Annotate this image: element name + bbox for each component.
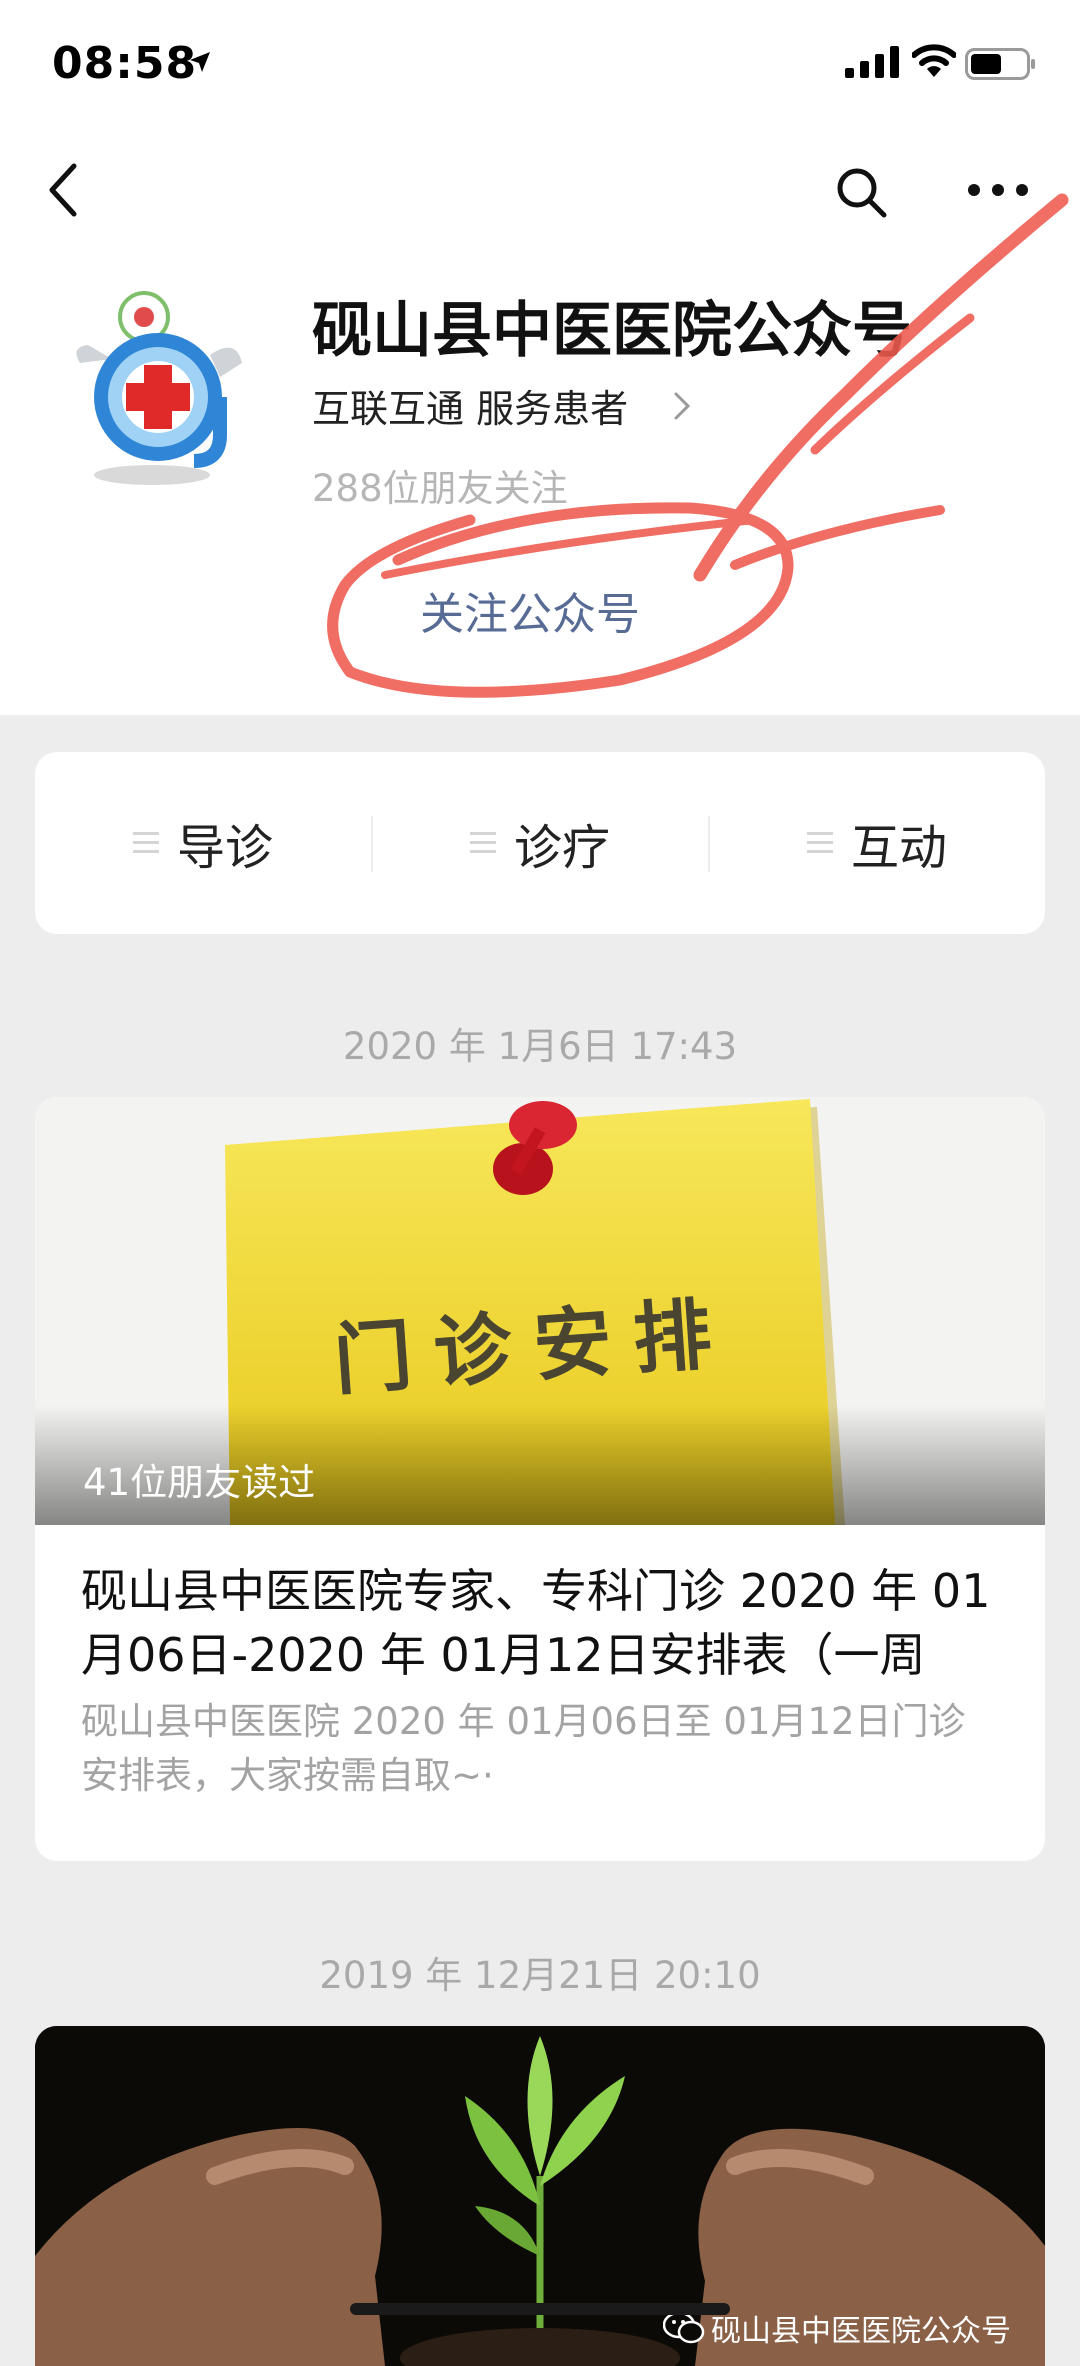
wechat-icon	[663, 2311, 705, 2344]
cellular-signal-icon	[845, 46, 899, 78]
menu-lines-icon	[469, 832, 496, 854]
menu-bar: 导诊 诊疗 互动	[35, 752, 1045, 934]
chevron-right-icon[interactable]	[672, 390, 692, 422]
account-name: 砚山县中医医院公众号	[312, 296, 912, 366]
message-date: 2019 年 12月21日 20:10	[319, 1954, 761, 1997]
menu-item-treatment[interactable]: 诊疗	[372, 752, 708, 934]
menu-item-label: 导诊	[176, 820, 273, 876]
menu-item-label: 互动	[850, 820, 947, 876]
follow-button[interactable]: 关注公众号	[420, 578, 640, 642]
message-date: 2020 年 1月6日 17:43	[342, 1025, 738, 1068]
menu-lines-icon	[132, 832, 159, 854]
menu-lines-icon	[806, 832, 833, 854]
article-cover-image[interactable]: 砚山县中医医院公众号	[35, 2026, 1045, 2366]
menu-item-guide[interactable]: 导诊	[35, 752, 371, 934]
wifi-icon	[912, 44, 956, 77]
watermark-text: 砚山县中医医院公众号	[711, 2314, 1011, 2349]
battery-icon	[965, 48, 1035, 80]
account-avatar[interactable]	[60, 285, 250, 490]
article-digest: 砚山县中医医院 2020 年 01月06日至 01月12日门诊安排表，大家按需自…	[81, 1700, 966, 1797]
status-time: 08:58	[52, 38, 198, 89]
search-icon[interactable]	[833, 164, 889, 220]
follower-count: 288位朋友关注	[312, 467, 568, 510]
nav-bar	[0, 140, 1080, 240]
menu-item-label: 诊疗	[513, 820, 610, 876]
article-card[interactable]: 门诊安排 41位朋友读过 砚山县中医医院专家、专科门诊 2020 年 01月06…	[35, 1097, 1045, 1861]
article-title: 砚山县中医医院专家、专科门诊 2020 年 01月06日-2020 年 01月1…	[81, 1564, 991, 1682]
account-description[interactable]: 互联互通 服务患者	[312, 378, 628, 433]
location-arrow-icon	[190, 52, 210, 72]
home-indicator[interactable]	[350, 2303, 730, 2315]
account-header: 08:58 砚山县中医医院公众号 互联互通 服务患者 288位朋友关注 关注公众…	[0, 0, 1080, 715]
more-icon[interactable]	[966, 178, 1030, 202]
back-icon[interactable]	[40, 160, 90, 220]
menu-item-interaction[interactable]: 互动	[709, 752, 1045, 934]
status-bar: 08:58	[0, 0, 1080, 130]
read-count: 41位朋友读过	[83, 1461, 316, 1504]
